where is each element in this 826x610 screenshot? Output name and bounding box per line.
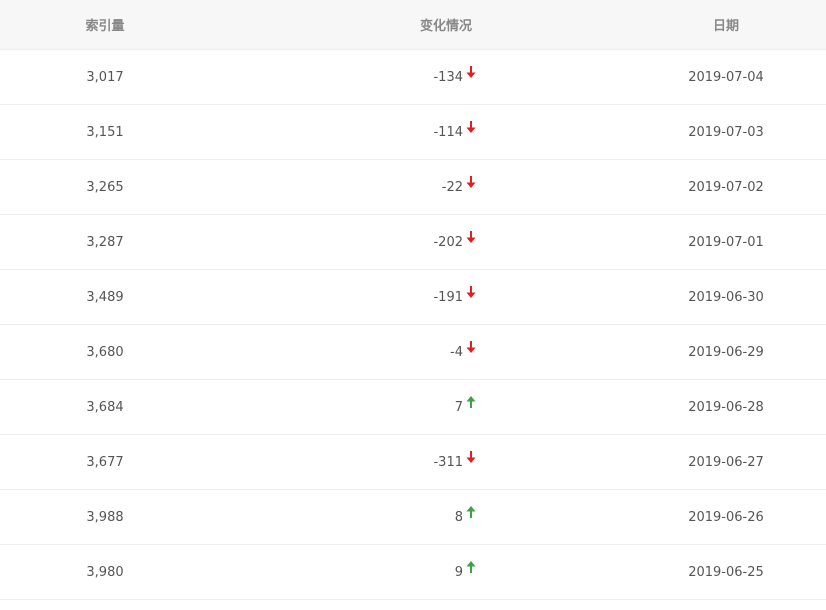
table-row: 3,017 -134 2019-07-04 — [0, 49, 826, 105]
index-value: 3,265 — [0, 159, 210, 215]
change-cell: -114 — [210, 104, 476, 160]
change-wrap: 7 — [454, 396, 476, 415]
change-wrap: -114 — [433, 121, 476, 140]
index-change-table: 索引量 变化情况 日期 3,017 -134 2019-07-04 3,151 -114… — [0, 0, 826, 600]
arrow-down-icon — [466, 66, 476, 78]
index-value: 3,677 — [0, 434, 210, 490]
index-value: 3,287 — [0, 214, 210, 270]
table-header-row: 索引量 变化情况 日期 — [0, 0, 826, 50]
arrow-down-icon — [466, 231, 476, 243]
index-value: 3,988 — [0, 489, 210, 545]
change-cell: 9 — [210, 544, 476, 600]
arrow-down-icon — [466, 121, 476, 133]
change-value: -4 — [450, 344, 463, 360]
table-row: 3,988 8 2019-06-26 — [0, 489, 826, 545]
index-value: 3,680 — [0, 324, 210, 380]
header-change: 变化情况 — [210, 0, 476, 50]
header-index: 索引量 — [0, 0, 210, 50]
arrow-down-icon — [466, 176, 476, 188]
arrow-up-icon — [466, 396, 476, 408]
change-value: 7 — [454, 399, 463, 415]
date-value: 2019-06-26 — [476, 489, 826, 545]
change-value: -191 — [433, 289, 463, 305]
arrow-down-icon — [466, 451, 476, 463]
date-value: 2019-06-28 — [476, 379, 826, 435]
date-value: 2019-07-04 — [476, 49, 826, 105]
table-body: 3,017 -134 2019-07-04 3,151 -114 2019-07-03 3,… — [0, 49, 826, 600]
change-wrap: -191 — [433, 286, 476, 305]
date-value: 2019-07-02 — [476, 159, 826, 215]
arrow-down-icon — [466, 341, 476, 353]
index-value: 3,980 — [0, 544, 210, 600]
change-cell: -4 — [210, 324, 476, 380]
change-cell: -202 — [210, 214, 476, 270]
change-value: -22 — [441, 179, 463, 195]
header-change-label: 变化情况 — [419, 19, 472, 34]
change-wrap: -134 — [433, 66, 476, 85]
table-row: 3,677 -311 2019-06-27 — [0, 434, 826, 490]
change-cell: 8 — [210, 489, 476, 545]
header-date: 日期 — [476, 0, 826, 50]
change-value: -311 — [433, 454, 463, 470]
date-value: 2019-06-29 — [476, 324, 826, 380]
table-row: 3,287 -202 2019-07-01 — [0, 214, 826, 270]
change-value: -114 — [433, 124, 463, 140]
change-value: -202 — [433, 234, 463, 250]
change-wrap: -4 — [450, 341, 476, 360]
index-value: 3,489 — [0, 269, 210, 325]
index-value: 3,684 — [0, 379, 210, 435]
table-row: 3,684 7 2019-06-28 — [0, 379, 826, 435]
arrow-down-icon — [466, 286, 476, 298]
change-value: 8 — [454, 509, 463, 525]
table-row: 3,980 9 2019-06-25 — [0, 544, 826, 600]
table-row: 3,489 -191 2019-06-30 — [0, 269, 826, 325]
change-cell: -191 — [210, 269, 476, 325]
table-row: 3,680 -4 2019-06-29 — [0, 324, 826, 380]
change-value: -134 — [433, 69, 463, 85]
arrow-up-icon — [466, 506, 476, 518]
change-cell: -311 — [210, 434, 476, 490]
change-wrap: 9 — [454, 561, 476, 580]
table-row: 3,151 -114 2019-07-03 — [0, 104, 826, 160]
change-wrap: -22 — [441, 176, 476, 195]
date-value: 2019-07-01 — [476, 214, 826, 270]
index-value: 3,151 — [0, 104, 210, 160]
date-value: 2019-06-30 — [476, 269, 826, 325]
change-wrap: 8 — [454, 506, 476, 525]
change-wrap: -202 — [433, 231, 476, 250]
date-value: 2019-06-25 — [476, 544, 826, 600]
change-wrap: -311 — [433, 451, 476, 470]
date-value: 2019-06-27 — [476, 434, 826, 490]
change-cell: -134 — [210, 49, 476, 105]
arrow-up-icon — [466, 561, 476, 573]
index-value: 3,017 — [0, 49, 210, 105]
table-row: 3,265 -22 2019-07-02 — [0, 159, 826, 215]
change-cell: -22 — [210, 159, 476, 215]
date-value: 2019-07-03 — [476, 104, 826, 160]
change-cell: 7 — [210, 379, 476, 435]
change-value: 9 — [454, 564, 463, 580]
